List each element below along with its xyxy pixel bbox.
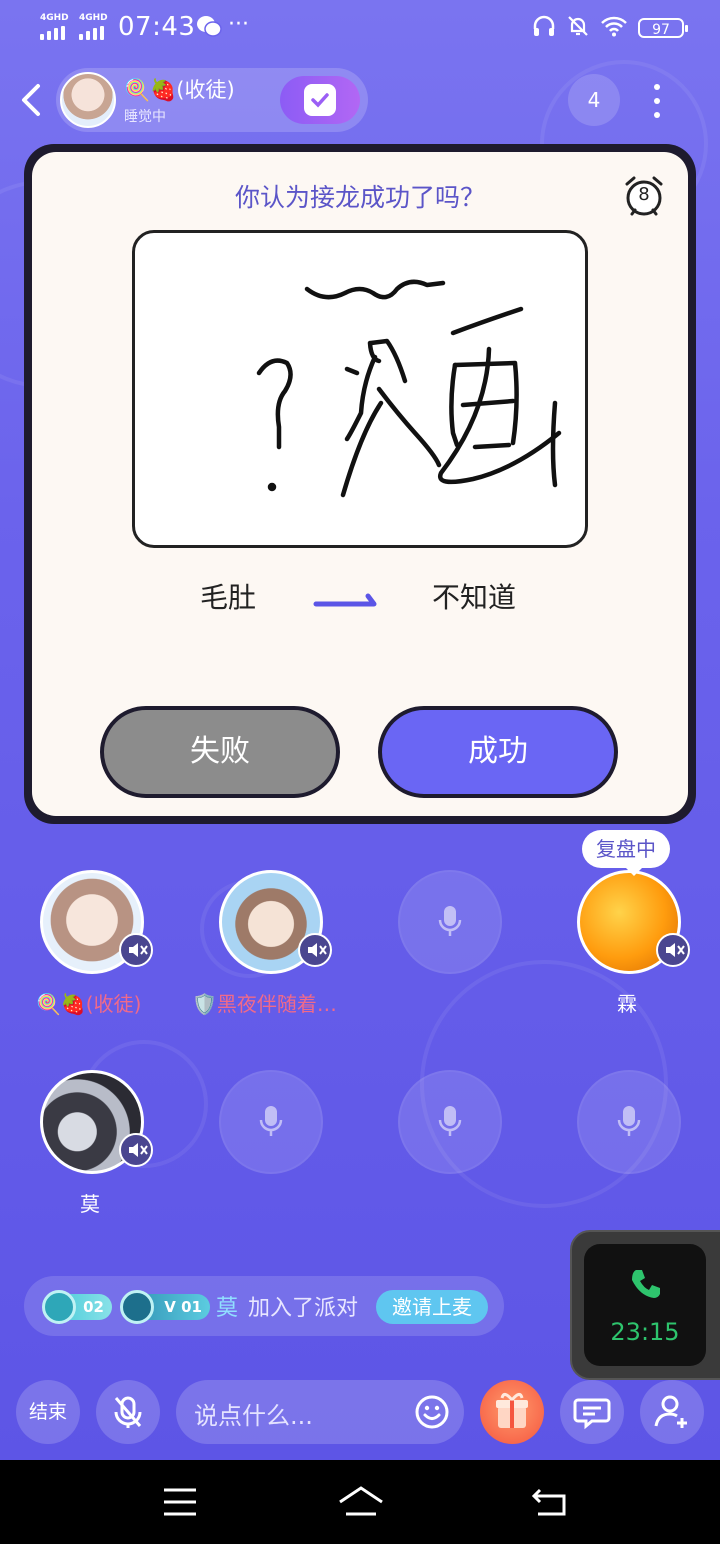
add-user-icon bbox=[654, 1395, 687, 1428]
mic-muted-icon bbox=[656, 933, 690, 967]
level-badge-2: V 01 bbox=[120, 1290, 210, 1324]
word-to: 不知道 bbox=[432, 581, 517, 614]
signal-label-2: 4GHD bbox=[79, 13, 108, 23]
mic-off-icon bbox=[114, 1396, 142, 1428]
chat-input-placeholder: 说点什么... bbox=[194, 1402, 313, 1430]
add-friend-button[interactable] bbox=[640, 1380, 704, 1444]
call-float-window[interactable]: 23:15 bbox=[570, 1230, 720, 1380]
success-button[interactable]: 成功 bbox=[378, 706, 618, 798]
level-2-text: V 01 bbox=[164, 1298, 202, 1316]
alarm-timer: 8 bbox=[622, 174, 666, 218]
room-info[interactable]: 🍭🍓(收徒) 睡觉中 bbox=[56, 68, 368, 132]
host-avatar[interactable] bbox=[60, 72, 116, 128]
timer-value: 8 bbox=[638, 184, 650, 205]
signal-label-1: 4GHD bbox=[40, 13, 69, 23]
status-tag: 复盘中 bbox=[582, 830, 670, 876]
headphones-icon bbox=[532, 14, 556, 42]
battery-indicator: 97 bbox=[638, 18, 688, 38]
message-button[interactable] bbox=[560, 1380, 624, 1444]
signal-bars-1-icon bbox=[40, 26, 65, 40]
join-username[interactable]: 莫 bbox=[216, 1290, 238, 1322]
seat-5-avatar[interactable] bbox=[40, 1070, 153, 1174]
checkin-button[interactable] bbox=[280, 76, 360, 124]
phone-icon bbox=[628, 1266, 664, 1306]
system-nav-bar bbox=[0, 1460, 720, 1544]
status-bar: 4GHD 4GHD 07:43 ··· 97 bbox=[0, 0, 720, 56]
chat-input[interactable]: 说点什么... bbox=[176, 1380, 464, 1444]
mic-muted-icon bbox=[119, 933, 153, 967]
arrow-right-icon bbox=[312, 584, 382, 614]
emoji-icon[interactable] bbox=[414, 1394, 450, 1430]
mic-icon bbox=[259, 1104, 283, 1140]
mic-muted-icon bbox=[298, 933, 332, 967]
seat-4-avatar[interactable] bbox=[577, 870, 690, 974]
clock: 07:43 bbox=[118, 12, 196, 42]
seat-4-name: 霖 bbox=[617, 992, 637, 1016]
seat-5-name: 莫 bbox=[80, 1192, 100, 1216]
invite-button[interactable]: 邀请上麦 bbox=[376, 1290, 488, 1324]
drawing-canvas bbox=[132, 230, 588, 548]
home-icon[interactable] bbox=[338, 1484, 384, 1524]
room-status: 睡觉中 bbox=[124, 109, 166, 125]
back-button[interactable] bbox=[14, 80, 50, 120]
back-nav-icon[interactable] bbox=[530, 1484, 570, 1524]
fail-button[interactable]: 失败 bbox=[100, 706, 340, 798]
level-badge-1: 02 bbox=[42, 1290, 112, 1324]
call-duration: 23:15 bbox=[610, 1318, 680, 1346]
word-from: 毛肚 bbox=[200, 581, 257, 614]
game-card: 你认为接龙成功了吗？ 8 毛肚 不知道 失败 成功 bbox=[24, 144, 696, 824]
more-menu-icon[interactable] bbox=[648, 80, 666, 124]
seat-1-name: 🍭🍓(收徒) bbox=[36, 992, 142, 1016]
gift-icon bbox=[496, 1393, 528, 1428]
more-status-indicator: ··· bbox=[228, 12, 249, 37]
bell-muted-icon bbox=[566, 14, 590, 42]
seat-8-empty[interactable] bbox=[577, 1070, 681, 1174]
seat-3-empty[interactable] bbox=[398, 870, 502, 974]
gift-button[interactable] bbox=[480, 1380, 544, 1444]
join-text: 加入了派对 bbox=[248, 1296, 359, 1321]
join-message: 02 V 01 莫 加入了派对 邀请上麦 bbox=[24, 1276, 504, 1336]
seat-7-empty[interactable] bbox=[398, 1070, 502, 1174]
seat-2-avatar[interactable] bbox=[219, 870, 332, 974]
mic-icon bbox=[617, 1104, 641, 1140]
mic-off-button[interactable] bbox=[96, 1380, 160, 1444]
signal-bars-2-icon bbox=[79, 26, 104, 40]
menu-icon[interactable] bbox=[162, 1486, 198, 1522]
seat-2-name: 🛡️黑夜伴随着… bbox=[192, 992, 337, 1016]
seat-1-avatar[interactable] bbox=[40, 870, 153, 974]
question-text: 你认为接龙成功了吗？ bbox=[234, 183, 485, 212]
seat-6-empty[interactable] bbox=[219, 1070, 323, 1174]
message-icon bbox=[573, 1398, 611, 1430]
mic-icon bbox=[438, 1104, 462, 1140]
end-button[interactable]: 结束 bbox=[16, 1380, 80, 1444]
level-gem-icon bbox=[42, 1290, 76, 1324]
wifi-icon bbox=[600, 15, 628, 41]
check-icon bbox=[304, 84, 336, 116]
room-name: 🍭🍓(收徒) bbox=[124, 78, 235, 102]
mic-muted-icon bbox=[119, 1133, 153, 1167]
level-1-text: 02 bbox=[83, 1298, 104, 1316]
mic-icon bbox=[438, 904, 462, 940]
vip-gem-icon bbox=[120, 1290, 154, 1324]
online-count[interactable]: 4 bbox=[568, 74, 620, 126]
wechat-icon bbox=[196, 14, 222, 42]
